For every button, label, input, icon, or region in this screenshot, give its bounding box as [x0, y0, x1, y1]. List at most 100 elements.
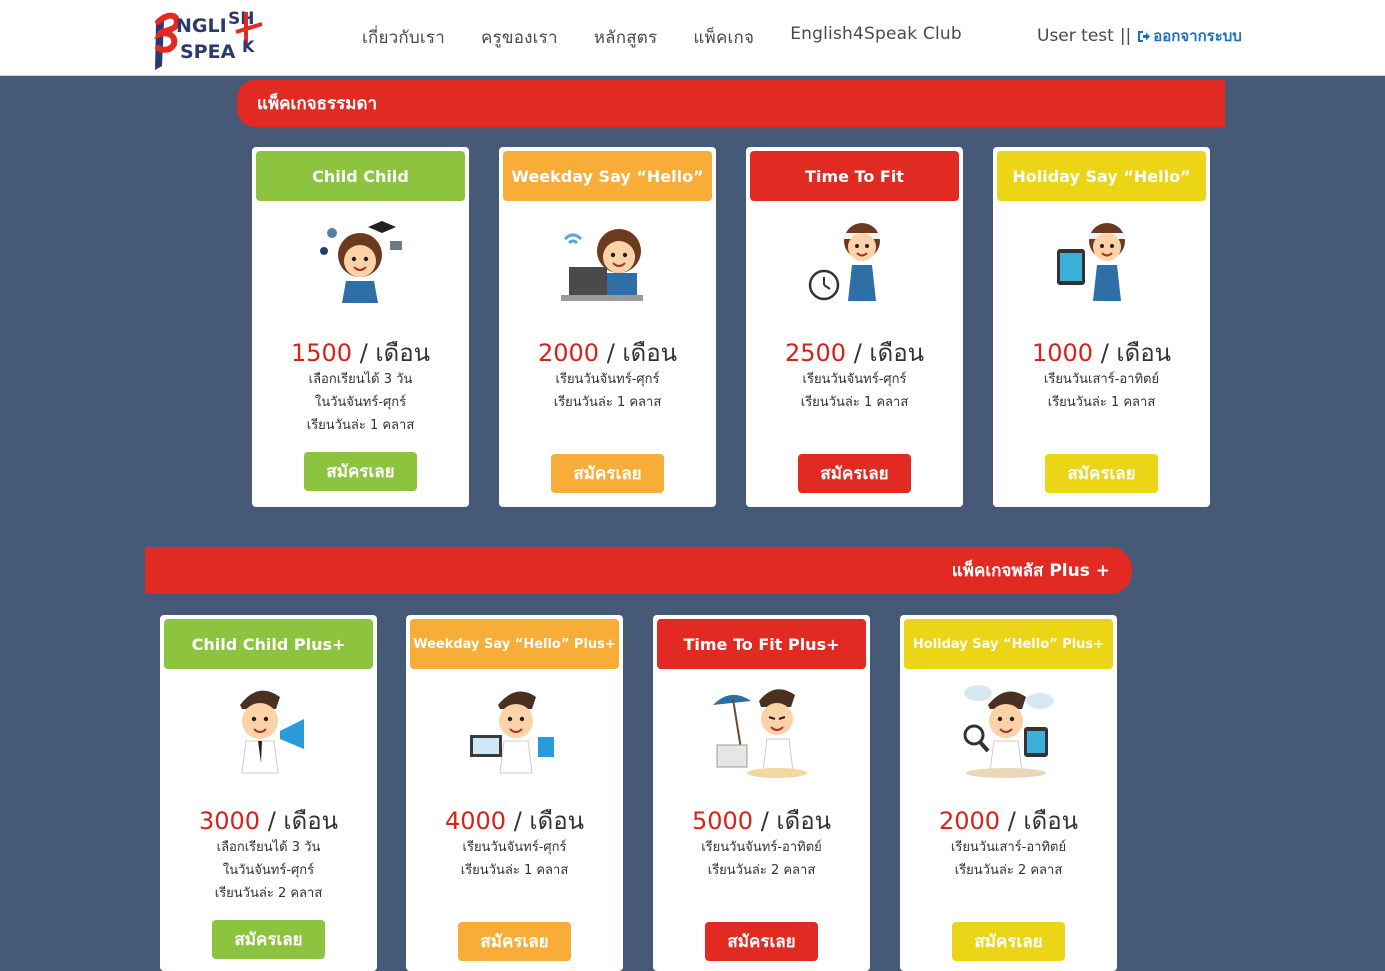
price: 1500 / เดือน	[252, 333, 469, 372]
separator: ||	[1119, 26, 1132, 46]
price-value: 4000	[444, 807, 507, 835]
user-name: User test	[1037, 26, 1114, 46]
description: เรียนวันจันทร์-ศุกร์ เรียนวันล่ะ 1 คลาส	[499, 368, 716, 414]
teacher-laptop-icon	[561, 229, 643, 301]
price-unit: / เดือน	[513, 807, 585, 835]
signup-button[interactable]: สมัครเลย	[458, 922, 571, 961]
package-card-weekday: Weekday Say “Hello” 2000 / เดือน เรียนวั…	[499, 147, 716, 507]
description: เรียนวันจันทร์-ศุกร์ เรียนวันล่ะ 1 คลาส	[746, 368, 963, 414]
price-value: 2000	[938, 807, 1001, 835]
man-magnifier-icon	[963, 685, 1054, 778]
desc-line: เรียนวันล่ะ 2 คลาส	[214, 886, 323, 901]
sign-out-icon	[1138, 30, 1151, 42]
price: 2500 / เดือน	[746, 333, 963, 372]
card-title: Time To Fit	[750, 151, 959, 201]
desc-line: เรียนวันล่ะ 1 คลาส	[553, 395, 662, 410]
signup-button[interactable]: สมัครเลย	[952, 922, 1065, 961]
desc-line: เรียนวันล่ะ 1 คลาส	[1047, 395, 1156, 410]
logout-link[interactable]: ออกจากระบบ	[1137, 24, 1242, 48]
price: 5000 / เดือน	[653, 801, 870, 840]
price-value: 2000	[537, 339, 600, 367]
signup-button[interactable]: สมัครเลย	[551, 454, 664, 493]
price: 3000 / เดือน	[160, 801, 377, 840]
top-header: NGLI SH SPEA K เกี่ยวกับเรา ครูของเรา หล…	[0, 0, 1385, 76]
teacher-graduation-icon	[320, 221, 402, 303]
package-card-time-to-fit-plus: Time To Fit Plus+ 5000 / เดือน เรียนวันจ…	[653, 615, 870, 971]
nav-teachers[interactable]: ครูของเรา	[481, 24, 558, 51]
price-value: 5000	[691, 807, 754, 835]
section-normal-banner: แพ็คเกจธรรมดา	[237, 80, 1225, 127]
card-title: Holiday Say “Hello”	[997, 151, 1206, 201]
desc-line: เลือกเรียนได้ 3 วัน	[308, 372, 413, 387]
signup-button[interactable]: สมัครเลย	[705, 922, 818, 961]
section-plus-banner: แพ็คเกจพลัส Plus +	[145, 547, 1132, 594]
price: 1000 / เดือน	[993, 333, 1210, 372]
svg-text:SPEA: SPEA	[180, 41, 236, 63]
desc-line: ในวันจันทร์-ศุกร์	[314, 395, 407, 410]
man-laptop-icon	[470, 691, 554, 774]
signup-button[interactable]: สมัครเลย	[798, 454, 911, 493]
desc-line: เรียนวันล่ะ 2 คลาส	[707, 863, 816, 878]
desc-line: เรียนวันเสาร์-อาทิตย์	[950, 840, 1067, 855]
description: เรียนวันจันทร์-อาทิตย์ เรียนวันล่ะ 2 คลา…	[653, 836, 870, 882]
price-unit: / เดือน	[606, 339, 678, 367]
section-plus-title: แพ็คเกจพลัส Plus +	[951, 561, 1110, 581]
man-megaphone-icon	[240, 690, 304, 774]
description: เรียนวันจันทร์-ศุกร์ เรียนวันล่ะ 1 คลาส	[406, 836, 623, 882]
card-title: Child Child Plus+	[164, 619, 373, 669]
desc-line: เลือกเรียนได้ 3 วัน	[216, 840, 321, 855]
nav-club[interactable]: English4Speak Club	[790, 24, 962, 51]
description: เรียนวันเสาร์-อาทิตย์ เรียนวันล่ะ 1 คลาส	[993, 368, 1210, 414]
price-unit: / เดือน	[267, 807, 339, 835]
desc-line: เรียนวันล่ะ 1 คลาส	[306, 418, 415, 433]
card-title: Time To Fit Plus+	[657, 619, 866, 669]
nav-about[interactable]: เกี่ยวกับเรา	[362, 24, 445, 51]
package-card-child-child-plus: Child Child Plus+ 3000 / เดือน เลือกเรีย…	[160, 615, 377, 971]
price-unit: / เดือน	[853, 339, 925, 367]
description: เรียนวันเสาร์-อาทิตย์ เรียนวันล่ะ 2 คลาส	[900, 836, 1117, 882]
price-value: 1500	[290, 339, 353, 367]
desc-line: เรียนวันจันทร์-ศุกร์	[802, 372, 907, 387]
desc-line: เรียนวันล่ะ 1 คลาส	[460, 863, 569, 878]
desc-line: เรียนวันเสาร์-อาทิตย์	[1043, 372, 1160, 387]
nav-courses[interactable]: หลักสูตร	[594, 24, 658, 51]
package-card-weekday-plus: Weekday Say “Hello” Plus+ 4000 / เดือน เ…	[406, 615, 623, 971]
card-title: Child Child	[256, 151, 465, 201]
desc-line: เรียนวันจันทร์-อาทิตย์	[701, 840, 822, 855]
package-card-holiday: Holiday Say “Hello” 1000 / เดือน เรียนวั…	[993, 147, 1210, 507]
svg-text:K: K	[242, 37, 255, 56]
description: เลือกเรียนได้ 3 วัน ในวันจันทร์-ศุกร์ เร…	[252, 368, 469, 437]
card-title: Weekday Say “Hello” Plus+	[410, 619, 619, 669]
teacher-clock-icon	[808, 223, 880, 301]
price-unit: / เดือน	[1100, 339, 1172, 367]
price: 2000 / เดือน	[499, 333, 716, 372]
price: 2000 / เดือน	[900, 801, 1117, 840]
price-value: 3000	[198, 807, 261, 835]
nav-packages[interactable]: แพ็คเกจ	[693, 24, 754, 51]
price-unit: / เดือน	[359, 339, 431, 367]
logout-label: ออกจากระบบ	[1153, 27, 1242, 45]
price-unit: / เดือน	[760, 807, 832, 835]
price-value: 1000	[1031, 339, 1094, 367]
signup-button[interactable]: สมัครเลย	[304, 452, 417, 491]
signup-button[interactable]: สมัครเลย	[212, 920, 325, 959]
svg-text:NGLI: NGLI	[176, 15, 227, 37]
price-unit: / เดือน	[1007, 807, 1079, 835]
desc-line: ในวันจันทร์-ศุกร์	[222, 863, 315, 878]
desc-line: เรียนวันจันทร์-ศุกร์	[555, 372, 660, 387]
desc-line: เรียนวันล่ะ 1 คลาส	[800, 395, 909, 410]
teacher-tablet-icon	[1057, 223, 1125, 301]
card-title: Holiday Say “Hello” Plus+	[904, 619, 1113, 669]
package-card-child-child: Child Child 1500 / เดือน เลือกเรียนได้ 3…	[252, 147, 469, 507]
user-box: User test || ออกจากระบบ	[1037, 24, 1242, 48]
price-value: 2500	[784, 339, 847, 367]
signup-button[interactable]: สมัครเลย	[1045, 454, 1158, 493]
desc-line: เรียนวันล่ะ 2 คลาส	[954, 863, 1063, 878]
main-nav: เกี่ยวกับเรา ครูของเรา หลักสูตร แพ็คเกจ …	[362, 24, 998, 51]
man-beach-icon	[713, 689, 807, 778]
package-card-time-to-fit: Time To Fit 2500 / เดือน เรียนวันจันทร์-…	[746, 147, 963, 507]
english-speak-logo[interactable]: NGLI SH SPEA K	[150, 4, 266, 72]
card-title: Weekday Say “Hello”	[503, 151, 712, 201]
price: 4000 / เดือน	[406, 801, 623, 840]
package-card-holiday-plus: Holiday Say “Hello” Plus+ 2000 / เดือน เ…	[900, 615, 1117, 971]
